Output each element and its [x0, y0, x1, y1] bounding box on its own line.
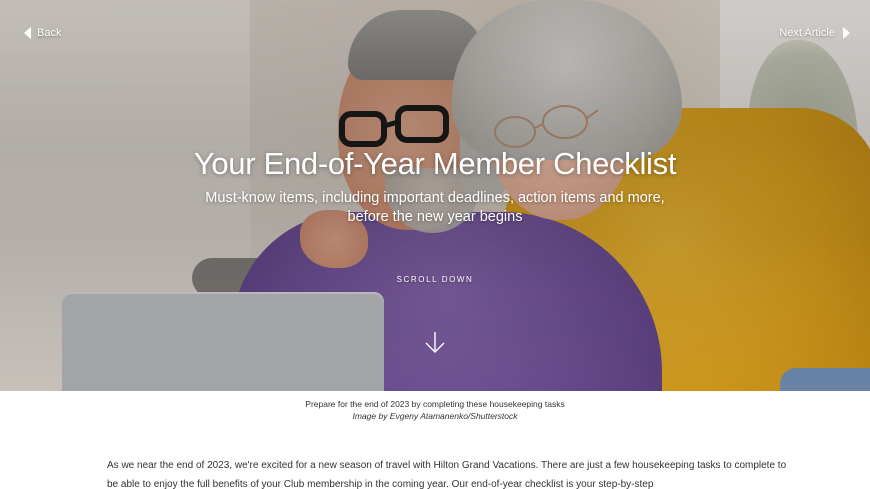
back-link[interactable]: Back — [24, 24, 61, 42]
image-caption: Prepare for the end of 2023 by completin… — [0, 398, 870, 422]
back-label: Back — [37, 27, 62, 39]
scroll-down-label: SCROLL DOWN — [396, 275, 474, 284]
hero-image: Back Next Article Your End-of-Year Membe… — [0, 0, 870, 391]
article-paragraph: As we near the end of 2023, we're excite… — [107, 460, 787, 489]
chevron-right-icon — [843, 27, 850, 39]
arrow-down-icon[interactable] — [424, 330, 446, 356]
page-subtitle: Must-know items, including important dea… — [205, 190, 665, 225]
image-credit: Image by Evgeny Atamanenko/Shutterstock — [352, 411, 518, 421]
chevron-left-icon — [24, 27, 31, 39]
next-article-label: Next Article — [779, 27, 835, 39]
article-page: Back Next Article Your End-of-Year Membe… — [0, 0, 870, 489]
next-article-link[interactable]: Next Article — [779, 24, 850, 42]
caption-text: Prepare for the end of 2023 by completin… — [305, 399, 565, 409]
page-title: Your End-of-Year Member Checklist — [193, 146, 677, 181]
